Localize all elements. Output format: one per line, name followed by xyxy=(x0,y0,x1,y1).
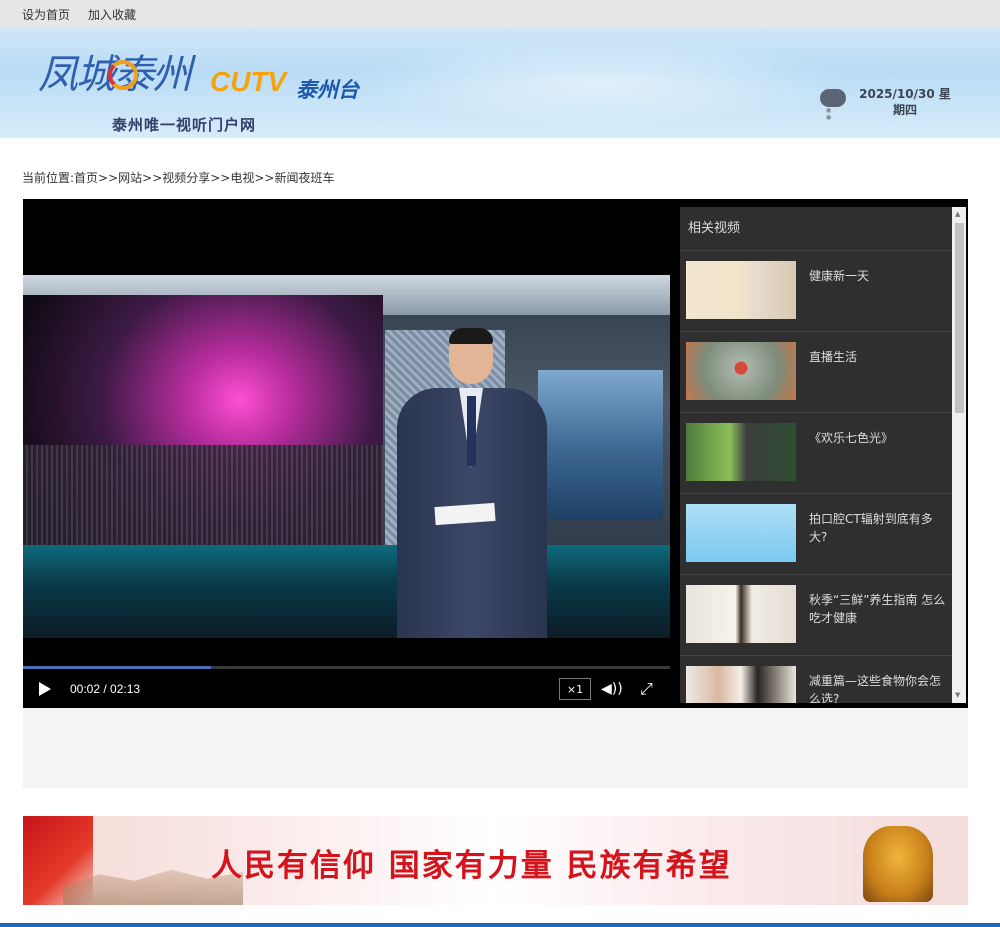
related-item-title[interactable]: 直播生活 xyxy=(809,342,946,402)
related-item[interactable]: 秋季“三鲜”养生指南 怎么吃才健康 xyxy=(680,575,952,656)
scroll-up-icon[interactable]: ▲ xyxy=(955,210,960,218)
site-header: 凤城泰州 CUTV 泰州台 泰州唯一视听门户网 ● ● 2025/10/30 星… xyxy=(0,28,1000,138)
play-icon[interactable] xyxy=(39,682,51,696)
video-thumbnail[interactable] xyxy=(686,261,796,319)
video-thumbnail[interactable] xyxy=(686,342,796,400)
related-videos-panel: 相关视频 健康新一天 直播生活 《欢乐七色光》 拍口腔CT辐射到底有多大? 秋季… xyxy=(680,207,952,703)
video-frame[interactable] xyxy=(23,275,670,638)
banner-slogan: 人民有信仰 国家有力量 民族有希望 xyxy=(211,848,732,884)
related-scrollbar[interactable]: ▲ ▼ xyxy=(952,207,966,703)
related-item-title[interactable]: 《欢乐七色光》 xyxy=(809,423,946,483)
related-item-title[interactable]: 健康新一天 xyxy=(809,261,946,321)
player-controls: 00:02 / 02:13 ×1 ◀)) ⤢ xyxy=(23,670,679,708)
fullscreen-icon[interactable]: ⤢ xyxy=(640,679,653,699)
progress-fill xyxy=(23,666,211,669)
scroll-down-icon[interactable]: ▼ xyxy=(955,691,960,699)
header-haze xyxy=(350,38,850,128)
logo-ring-icon xyxy=(108,60,138,90)
related-item[interactable]: 直播生活 xyxy=(680,332,952,413)
set-home-link[interactable]: 设为首页 xyxy=(22,6,70,23)
stone-lion-icon xyxy=(863,826,933,902)
related-videos-title: 相关视频 xyxy=(680,207,952,251)
content-placeholder xyxy=(23,708,968,788)
scrollbar-thumb[interactable] xyxy=(955,223,964,413)
site-logo[interactable]: 凤城泰州 CUTV 泰州台 泰州唯一视听门户网 xyxy=(38,42,378,134)
slogan-banner[interactable]: 人民有信仰 国家有力量 民族有希望 xyxy=(23,816,968,905)
time-display: 00:02 / 02:13 xyxy=(70,682,141,696)
related-item[interactable]: 拍口腔CT辐射到底有多大? xyxy=(680,494,952,575)
logo-cutv: CUTV xyxy=(210,66,287,97)
add-favorite-link[interactable]: 加入收藏 xyxy=(88,6,136,23)
video-player: 00:02 / 02:13 ×1 ◀)) ⤢ 相关视频 健康新一天 直播生活 《… xyxy=(23,199,968,708)
playback-rate-button[interactable]: ×1 xyxy=(559,678,591,700)
related-item-title[interactable]: 拍口腔CT辐射到底有多大? xyxy=(809,504,946,564)
breadcrumb: 当前位置:首页>>网站>>视频分享>>电视>>新闻夜班车 xyxy=(22,171,335,185)
progress-bar[interactable] xyxy=(23,666,670,669)
top-bar: 设为首页 加入收藏 xyxy=(0,0,1000,28)
video-thumbnail[interactable] xyxy=(686,585,796,643)
video-thumbnail[interactable] xyxy=(686,423,796,481)
related-item[interactable]: 减重篇—这些食物你会怎么选? xyxy=(680,656,952,703)
video-area[interactable]: 00:02 / 02:13 ×1 ◀)) ⤢ xyxy=(23,199,679,708)
related-item-title[interactable]: 秋季“三鲜”养生指南 怎么吃才健康 xyxy=(809,585,946,645)
video-thumbnail[interactable] xyxy=(686,504,796,562)
related-item[interactable]: 《欢乐七色光》 xyxy=(680,413,952,494)
related-item-title[interactable]: 减重篇—这些食物你会怎么选? xyxy=(809,666,946,703)
video-thumbnail[interactable] xyxy=(686,666,796,703)
footer-divider xyxy=(0,923,1000,927)
volume-icon[interactable]: ◀)) xyxy=(601,681,623,697)
related-item[interactable]: 健康新一天 xyxy=(680,251,952,332)
logo-station: 泰州台 xyxy=(296,79,359,102)
logo-slogan: 泰州唯一视听门户网 xyxy=(112,116,257,134)
cloud-rain-icon: ● ● xyxy=(820,87,846,121)
header-date: 2025/10/30 星期四 xyxy=(859,87,951,117)
